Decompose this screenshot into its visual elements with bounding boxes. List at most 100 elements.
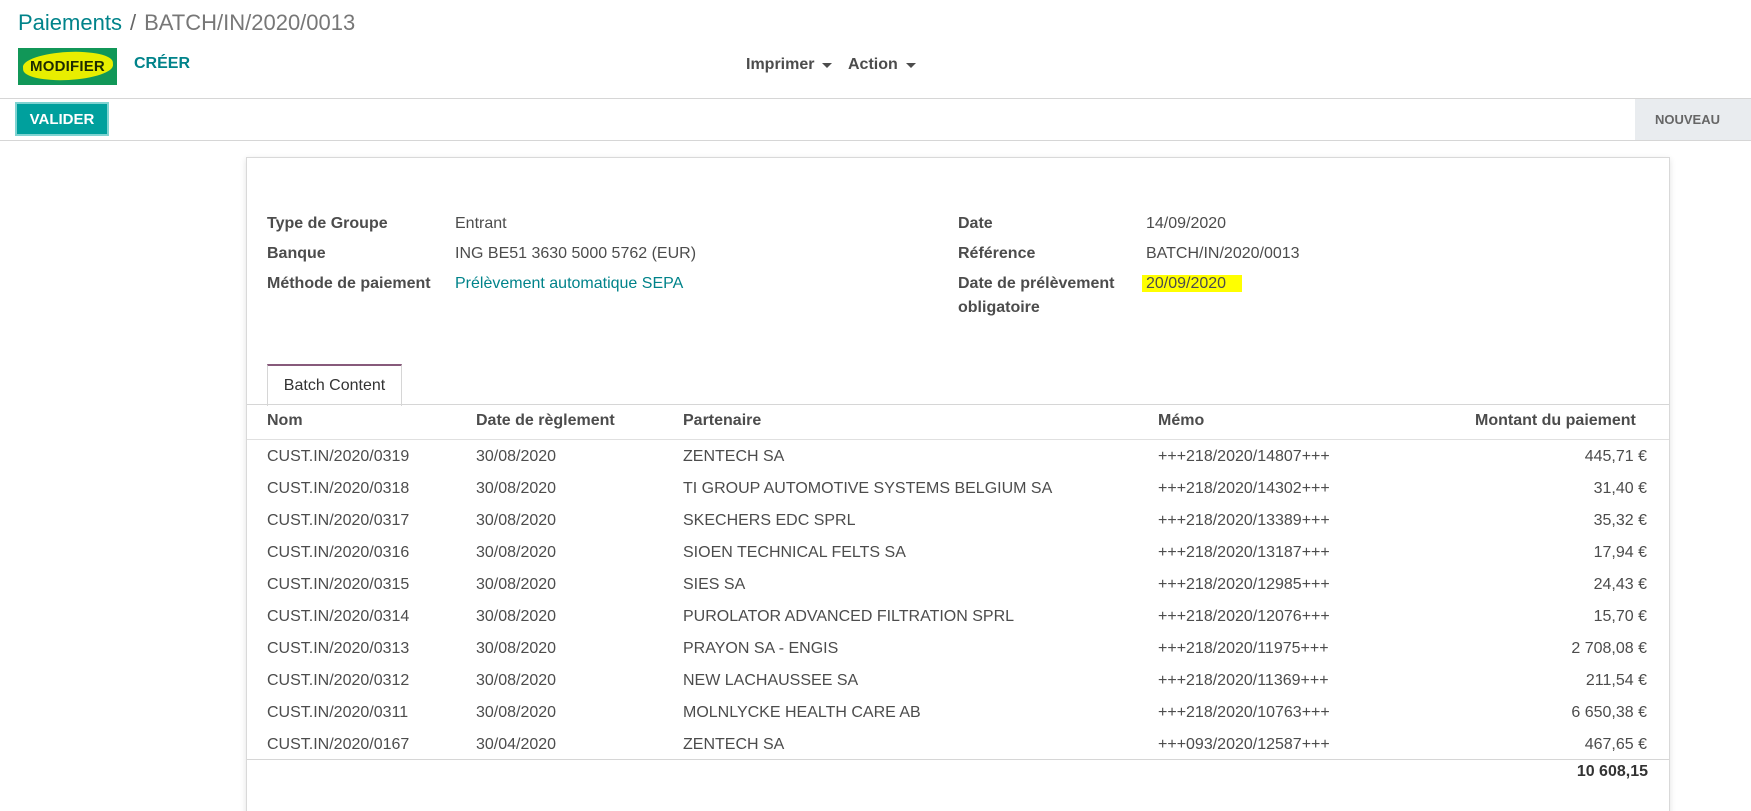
date-prelevement-value: 20/09/2020 bbox=[1142, 272, 1243, 296]
imprimer-label: Imprimer bbox=[746, 56, 815, 73]
date-label: Date bbox=[958, 215, 993, 232]
cell-date: 30/08/2020 bbox=[476, 704, 557, 721]
cell-memo: +++093/2020/12587+++ bbox=[1158, 736, 1330, 753]
cell-montant: 6 650,38 € bbox=[1571, 704, 1647, 721]
banque-label: Banque bbox=[267, 245, 326, 262]
tab-divider bbox=[247, 404, 1669, 405]
cell-memo: +++218/2020/14302+++ bbox=[1158, 480, 1330, 497]
breadcrumb-separator: / bbox=[129, 10, 137, 35]
date-prelevement-highlight: 20/09/2020 bbox=[1142, 275, 1243, 292]
cell-memo: +++218/2020/11975+++ bbox=[1158, 640, 1329, 657]
reference-value: BATCH/IN/2020/0013 bbox=[1146, 245, 1300, 262]
table-total: 10 608,15 bbox=[1576, 763, 1648, 780]
cell-memo: +++218/2020/13389+++ bbox=[1158, 512, 1330, 529]
column-header-memo[interactable]: Mémo bbox=[1158, 412, 1204, 430]
column-header-date[interactable]: Date de règlement bbox=[476, 412, 615, 430]
cell-montant: 211,54 € bbox=[1585, 672, 1647, 689]
cell-nom: CUST.IN/2020/0318 bbox=[267, 480, 410, 497]
cell-nom: CUST.IN/2020/0315 bbox=[267, 576, 410, 593]
action-dropdown[interactable]: Action bbox=[848, 56, 916, 74]
cell-date: 30/08/2020 bbox=[476, 512, 557, 529]
caret-down-icon bbox=[905, 62, 916, 68]
column-header-montant[interactable]: Montant du paiement bbox=[1475, 412, 1636, 430]
cell-nom: CUST.IN/2020/0314 bbox=[267, 608, 410, 625]
cell-partenaire: PUROLATOR ADVANCED FILTRATION SPRL bbox=[683, 608, 1015, 625]
type-groupe-value: Entrant bbox=[455, 215, 507, 232]
cell-nom: CUST.IN/2020/0316 bbox=[267, 544, 410, 561]
cell-date: 30/08/2020 bbox=[476, 640, 557, 657]
cell-memo: +++218/2020/12985+++ bbox=[1158, 576, 1330, 593]
cell-partenaire: TI GROUP AUTOMOTIVE SYSTEMS BELGIUM SA bbox=[683, 480, 1053, 497]
status-arrow bbox=[1738, 99, 1751, 140]
cell-partenaire: SIOEN TECHNICAL FELTS SA bbox=[683, 544, 906, 561]
cell-nom: CUST.IN/2020/0313 bbox=[267, 640, 410, 657]
table-row[interactable]: CUST.IN/2020/0313 30/08/2020 PRAYON SA - E… bbox=[247, 634, 1669, 666]
cell-partenaire: NEW LACHAUSSEE SA bbox=[683, 672, 859, 689]
cell-montant: 467,65 € bbox=[1584, 736, 1647, 753]
date-value: 14/09/2020 bbox=[1146, 215, 1227, 232]
cell-date: 30/08/2020 bbox=[476, 480, 557, 497]
table-row[interactable]: CUST.IN/2020/0312 30/08/2020 NEW LACHAUSSE… bbox=[247, 666, 1669, 698]
table-row[interactable]: CUST.IN/2020/0315 30/08/2020 SIES SA +++218… bbox=[247, 570, 1669, 602]
cell-nom: CUST.IN/2020/0311 bbox=[267, 704, 409, 721]
breadcrumb-current: BATCH/IN/2020/0013 bbox=[144, 10, 356, 35]
imprimer-dropdown[interactable]: Imprimer bbox=[746, 56, 833, 74]
cell-memo: +++218/2020/13187+++ bbox=[1158, 544, 1330, 561]
cell-nom: CUST.IN/2020/0167 bbox=[267, 736, 410, 753]
cell-nom: CUST.IN/2020/0319 bbox=[267, 448, 410, 465]
table-row[interactable]: CUST.IN/2020/0319 30/08/2020 ZENTECH SA +++… bbox=[247, 442, 1669, 474]
table-row[interactable]: CUST.IN/2020/0314 30/08/2020 PUROLATOR ADV… bbox=[247, 602, 1669, 634]
table-row[interactable]: CUST.IN/2020/0317 30/08/2020 SKECHERS EDC … bbox=[247, 506, 1669, 538]
cell-partenaire: ZENTECH SA bbox=[683, 736, 785, 753]
column-header-partenaire[interactable]: Partenaire bbox=[683, 412, 761, 430]
cell-montant: 2 708,08 € bbox=[1571, 640, 1647, 657]
valider-button[interactable]: VALIDER bbox=[15, 102, 109, 136]
status-bar: VALIDER NOUVEAU bbox=[0, 99, 1751, 141]
breadcrumb-parent-link[interactable]: Paiements bbox=[18, 10, 122, 35]
cell-date: 30/08/2020 bbox=[476, 544, 557, 561]
banque-value: ING BE51 3630 5000 5762 (EUR) bbox=[455, 245, 697, 262]
cell-date: 30/08/2020 bbox=[476, 448, 557, 465]
cell-montant: 15,70 € bbox=[1593, 608, 1647, 625]
methode-paiement-link[interactable]: Prélèvement automatique SEPA bbox=[455, 272, 683, 296]
breadcrumb: Paiements / BATCH/IN/2020/0013 bbox=[18, 10, 355, 36]
cell-memo: +++218/2020/11369+++ bbox=[1158, 672, 1329, 689]
status-nouveau[interactable]: NOUVEAU bbox=[1635, 99, 1751, 140]
cell-date: 30/04/2020 bbox=[476, 736, 557, 753]
cell-memo: +++218/2020/14807+++ bbox=[1158, 448, 1330, 465]
cell-montant: 31,40 € bbox=[1593, 480, 1647, 497]
cell-montant: 445,71 € bbox=[1584, 448, 1647, 465]
cell-partenaire: PRAYON SA - ENGIS bbox=[683, 640, 839, 657]
cell-nom: CUST.IN/2020/0312 bbox=[267, 672, 410, 689]
date-prelevement-label-line1: Date de prélèvement bbox=[958, 275, 1115, 292]
table-footer-divider bbox=[247, 759, 1669, 760]
date-prelevement-label-line2: obligatoire bbox=[958, 299, 1040, 316]
cell-date: 30/08/2020 bbox=[476, 608, 557, 625]
cell-date: 30/08/2020 bbox=[476, 672, 557, 689]
table-header-divider bbox=[247, 439, 1669, 440]
cell-date: 30/08/2020 bbox=[476, 576, 557, 593]
type-groupe-label: Type de Groupe bbox=[267, 215, 388, 232]
table-row[interactable]: CUST.IN/2020/0318 30/08/2020 TI GROUP AUTO… bbox=[247, 474, 1669, 506]
column-header-nom[interactable]: Nom bbox=[267, 412, 303, 430]
cell-partenaire: SKECHERS EDC SPRL bbox=[683, 512, 856, 529]
modifier-button-label: MODIFIER bbox=[30, 58, 105, 75]
table-row[interactable]: CUST.IN/2020/0316 30/08/2020 SIOEN TECHNIC… bbox=[247, 538, 1669, 570]
table-row[interactable]: CUST.IN/2020/0167 30/04/2020 ZENTECH SA +++… bbox=[247, 730, 1669, 762]
tab-batch-content[interactable]: Batch Content bbox=[267, 364, 402, 406]
cell-partenaire: SIES SA bbox=[683, 576, 746, 593]
cell-partenaire: MOLNLYCKE HEALTH CARE AB bbox=[683, 704, 921, 721]
caret-down-icon bbox=[822, 62, 833, 68]
cell-memo: +++218/2020/10763+++ bbox=[1158, 704, 1330, 721]
action-label: Action bbox=[848, 56, 898, 73]
creer-button[interactable]: CRÉER bbox=[134, 55, 190, 73]
methode-paiement-label: Méthode de paiement bbox=[267, 275, 431, 292]
cell-memo: +++218/2020/12076+++ bbox=[1158, 608, 1330, 625]
table-row[interactable]: CUST.IN/2020/0311 30/08/2020 MOLNLYCKE HEA… bbox=[247, 698, 1669, 730]
cell-montant: 17,94 € bbox=[1593, 544, 1647, 561]
cell-nom: CUST.IN/2020/0317 bbox=[267, 512, 410, 529]
modifier-button[interactable]: MODIFIER bbox=[18, 48, 117, 85]
cell-montant: 24,43 € bbox=[1593, 576, 1647, 593]
cell-montant: 35,32 € bbox=[1593, 512, 1647, 529]
cell-partenaire: ZENTECH SA bbox=[683, 448, 785, 465]
